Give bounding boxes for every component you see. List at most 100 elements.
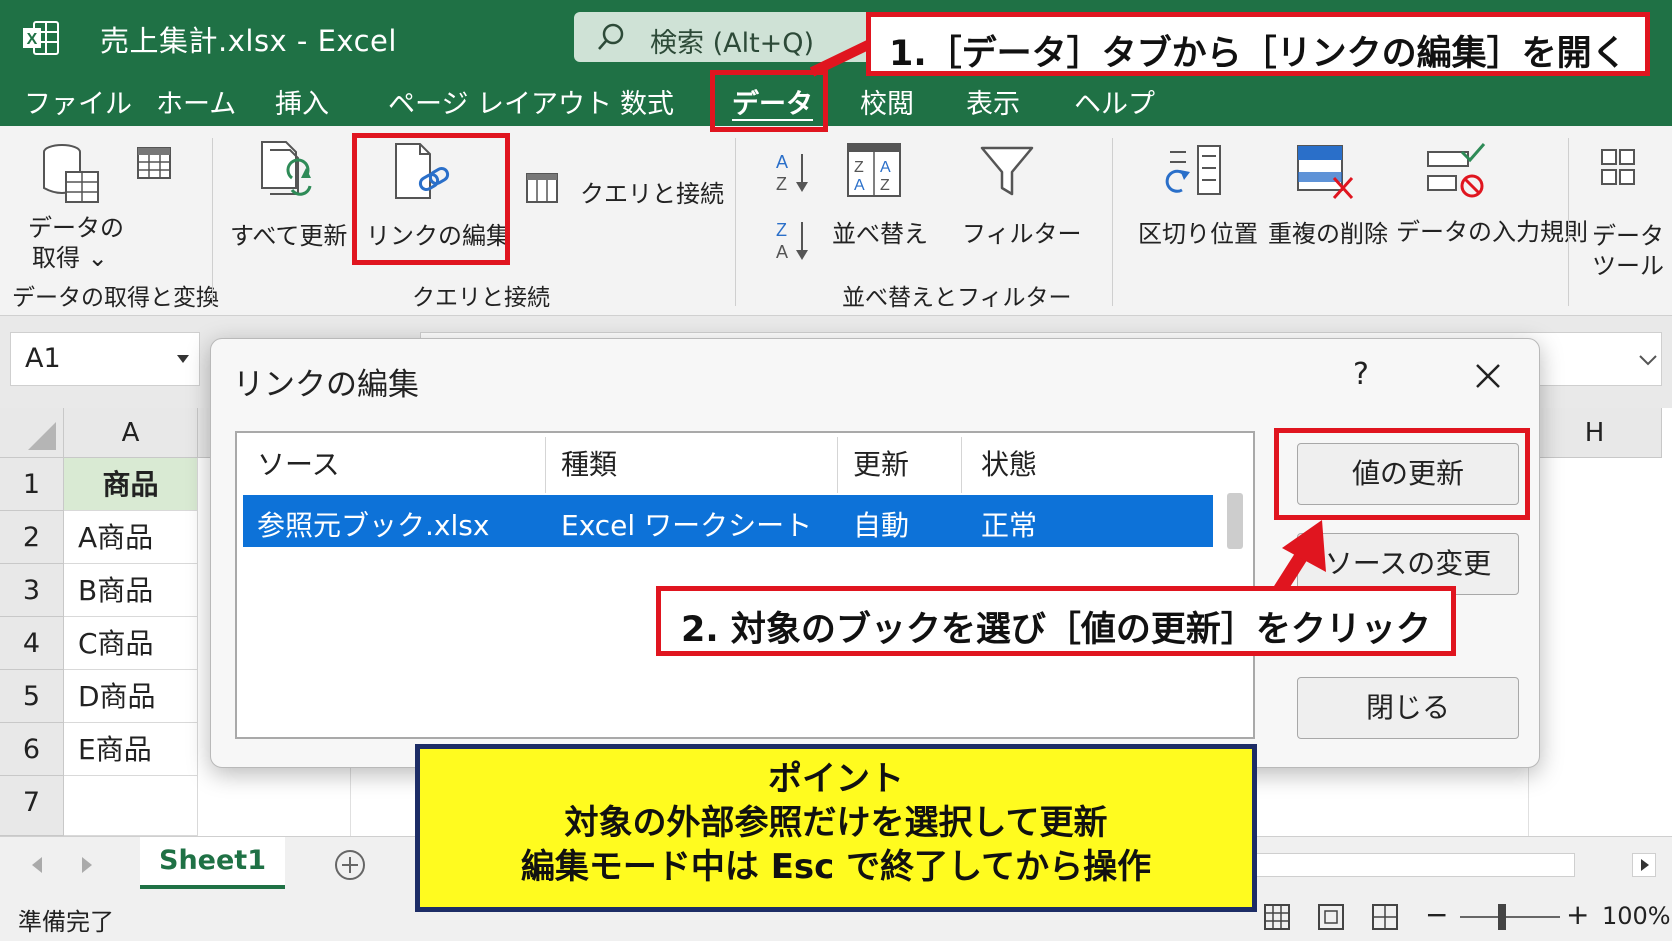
tab-review[interactable]: 校閲 (860, 82, 914, 121)
tab-page-layout[interactable]: ページ レイアウト (388, 82, 612, 121)
sort-az-icon[interactable]: A Z (772, 150, 812, 194)
from-table-icon[interactable] (136, 146, 172, 180)
zoom-in-button[interactable]: + (1566, 898, 1589, 931)
column-header-status: 状態 (981, 448, 1038, 481)
select-all-icon (28, 422, 56, 450)
ribbon-separator (1112, 138, 1113, 306)
cell-a3[interactable]: B商品 (64, 564, 198, 617)
text-to-columns-icon (1165, 145, 1221, 195)
row-header[interactable]: 6 (0, 723, 64, 776)
data-validation-icon (1427, 143, 1486, 198)
ribbon: データの 取得 ⌄ データの取得と変換 すべて更新 リンクの編集 クエリと接続 … (0, 126, 1672, 316)
tip-line-1: 対象の外部参照だけを選択して更新 (564, 803, 1108, 843)
tab-insert[interactable]: 挿入 (275, 82, 329, 121)
tab-file[interactable]: ファイル (24, 82, 132, 121)
step1-callout: 1.［データ］タブから［リンクの編集］を開く (866, 12, 1650, 76)
tip-line-2: 編集モード中は Esc で終了してから操作 (520, 847, 1152, 887)
svg-text:Z: Z (854, 159, 864, 176)
data-validation-button[interactable]: データの入力規則 (1396, 212, 1588, 247)
sheet-prev-icon[interactable] (30, 855, 46, 875)
search-placeholder: 検索 (Alt+Q) (650, 28, 815, 59)
tab-help[interactable]: ヘルプ (1074, 82, 1155, 121)
refresh-all-button[interactable]: すべて更新 (230, 216, 347, 251)
row-header[interactable]: 4 (0, 617, 64, 670)
highlight-update-values (1274, 428, 1530, 520)
excel-logo-icon: X (23, 21, 59, 55)
list-scrollbar[interactable] (1227, 493, 1243, 549)
remove-duplicates-icon (1297, 145, 1354, 200)
svg-text:Z: Z (776, 220, 787, 240)
get-data-label-2[interactable]: 取得 ⌄ (32, 238, 108, 273)
search-box[interactable]: 検索 (Alt+Q) (574, 12, 874, 62)
column-header-source: ソース (257, 448, 340, 481)
column-header-h[interactable]: H (1528, 408, 1662, 458)
zoom-slider-thumb[interactable] (1498, 904, 1506, 930)
tab-home[interactable]: ホーム (156, 82, 236, 121)
tab-formulas[interactable]: 数式 (620, 82, 674, 121)
link-row-selected[interactable]: 参照元ブック.xlsx Excel ワークシート 自動 正常 (243, 495, 1213, 547)
name-box-value: A1 (25, 343, 61, 374)
svg-text:X: X (27, 31, 38, 48)
sort-za-icon[interactable]: Z A (772, 218, 812, 262)
window-title: 売上集計.xlsx - Excel (100, 24, 397, 58)
row-header[interactable]: 7 (0, 776, 64, 836)
sheet-tab-sheet1[interactable]: Sheet1 (140, 837, 285, 889)
group-sort-filter: 並べ替えとフィルター (842, 285, 1072, 311)
svg-text:Z: Z (880, 177, 890, 194)
group-queries: クエリと接続 (412, 285, 550, 311)
horizontal-scrollbar[interactable] (1250, 853, 1575, 877)
row-header[interactable]: 1 (0, 458, 64, 511)
add-sheet-icon[interactable] (334, 849, 366, 881)
link-update-mode: 自動 (853, 509, 910, 542)
filter-button[interactable]: フィルター (962, 214, 1082, 249)
dialog-close-icon[interactable] (1473, 361, 1503, 391)
zoom-slider[interactable] (1460, 916, 1560, 918)
cell-a1[interactable]: 商品 (64, 458, 198, 511)
scroll-right-button[interactable] (1632, 853, 1656, 877)
group-get-transform: データの取得と変換 (12, 285, 219, 311)
queries-connections-button[interactable]: クエリと接続 (580, 174, 724, 209)
link-status: 正常 (981, 509, 1038, 542)
tip-title: ポイント (768, 759, 904, 799)
normal-view-icon[interactable] (1262, 902, 1292, 932)
tab-view[interactable]: 表示 (966, 82, 1020, 121)
column-header-update: 更新 (853, 448, 910, 481)
data-tools-label-2[interactable]: ツール (1592, 246, 1664, 281)
cell-a5[interactable]: D商品 (64, 670, 198, 723)
cell-a6[interactable]: E商品 (64, 723, 198, 776)
remove-duplicates-button[interactable]: 重複の削除 (1268, 214, 1388, 249)
chevron-down-icon[interactable] (1638, 352, 1658, 368)
name-box[interactable]: A1 (10, 332, 200, 386)
text-to-columns-button[interactable]: 区切り位置 (1138, 214, 1258, 249)
column-header-a[interactable]: A (64, 408, 198, 458)
ribbon-tab-bar: ファイル ホーム 挿入 ページ レイアウト 数式 データ 校閲 表示 ヘルプ (0, 80, 1672, 126)
page-layout-view-icon[interactable] (1316, 902, 1346, 932)
row-header[interactable]: 5 (0, 670, 64, 723)
cell-a2[interactable]: A商品 (64, 511, 198, 564)
zoom-out-button[interactable]: − (1425, 898, 1448, 931)
link-source: 参照元ブック.xlsx (257, 509, 490, 542)
dialog-help-button[interactable]: ? (1353, 357, 1369, 392)
zoom-level[interactable]: 100% (1602, 902, 1671, 930)
highlight-data-tab (710, 70, 828, 132)
page-break-view-icon[interactable] (1370, 902, 1400, 932)
ribbon-separator (212, 138, 213, 306)
select-all-corner[interactable] (0, 408, 64, 458)
edit-links-dialog: リンクの編集 ? ソース 種類 更新 状態 参照元ブック.xlsx Excel … (210, 338, 1540, 768)
filter-icon (980, 146, 1034, 196)
step2-callout: 2. 対象のブックを選び［値の更新］をクリック (656, 586, 1456, 656)
svg-text:A: A (776, 242, 788, 262)
svg-text:A: A (776, 152, 788, 172)
dropdown-arrow-icon[interactable] (175, 351, 191, 367)
row-header[interactable]: 3 (0, 564, 64, 617)
row-header[interactable]: 2 (0, 511, 64, 564)
cell-a7[interactable] (64, 776, 198, 836)
status-ready-text: 準備完了 (18, 908, 114, 936)
sheet-next-icon[interactable] (78, 855, 94, 875)
cell-a4[interactable]: C商品 (64, 617, 198, 670)
column-separator (837, 437, 838, 493)
links-list[interactable]: ソース 種類 更新 状態 参照元ブック.xlsx Excel ワークシート 自動… (235, 431, 1255, 739)
tip-box: ポイント 対象の外部参照だけを選択して更新 編集モード中は Esc で終了してか… (415, 744, 1257, 912)
close-button[interactable]: 閉じる (1297, 677, 1519, 739)
sort-button[interactable]: 並べ替え (832, 214, 928, 249)
